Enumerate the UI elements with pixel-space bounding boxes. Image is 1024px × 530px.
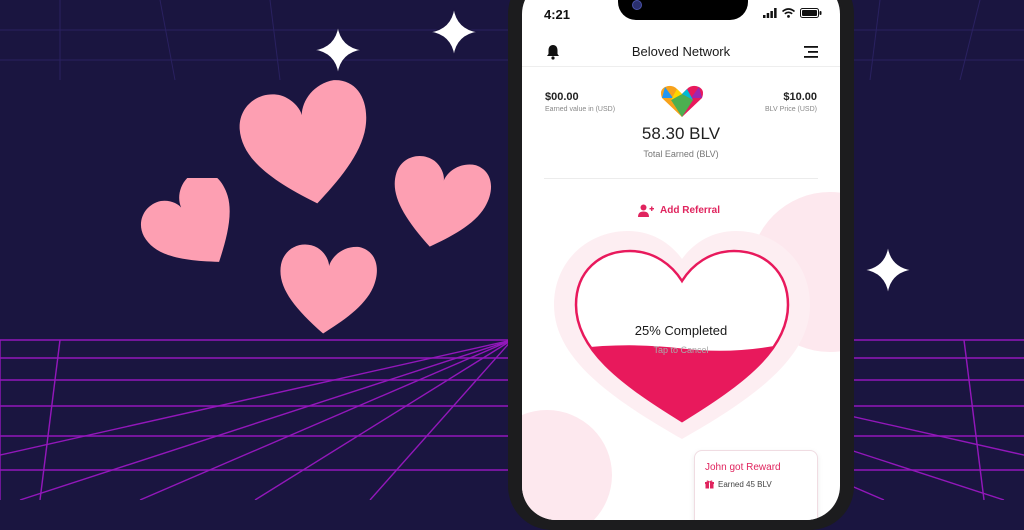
sparkle-icon xyxy=(864,246,912,294)
reward-card: John got Reward Earned 45 BLV xyxy=(694,450,818,520)
stats-divider xyxy=(544,178,818,179)
status-time: 4:21 xyxy=(544,7,571,22)
total-earned-value: 58.30 BLV xyxy=(641,124,721,143)
sparkle-icon xyxy=(430,8,478,56)
phone-notch xyxy=(618,0,748,20)
sparkle-icon xyxy=(314,26,362,74)
reward-amount: Earned 45 BLV xyxy=(718,480,772,489)
battery-icon xyxy=(800,8,822,18)
progress-title: 25% Completed xyxy=(634,323,728,338)
gift-icon xyxy=(705,480,714,489)
heart-icon xyxy=(280,244,377,334)
app-screen: 4:21 Beloved Network $00.00 Earned value… xyxy=(522,0,840,520)
system-icons xyxy=(763,8,822,18)
total-earned-caption: Total Earned (BLV) xyxy=(643,149,719,159)
app-title: Beloved Network xyxy=(631,44,731,59)
heart-icon xyxy=(140,178,230,262)
tap-to-cancel[interactable]: Tap to Cancel xyxy=(522,345,840,355)
hamburger-menu-icon[interactable] xyxy=(804,46,818,58)
add-referral-label: Add Referral xyxy=(660,205,721,216)
heart-icon xyxy=(394,156,492,247)
earned-value: $00.00 xyxy=(545,91,579,103)
signal-icon xyxy=(763,8,777,18)
header-divider xyxy=(522,66,840,67)
beloved-logo-icon xyxy=(661,85,703,117)
earned-value-caption: Earned value in (USD) xyxy=(545,106,616,113)
add-user-icon xyxy=(638,204,654,217)
reward-title: John got Reward xyxy=(705,462,781,473)
blv-price: $10.00 xyxy=(783,91,817,103)
wifi-icon xyxy=(782,8,795,18)
add-referral-button[interactable]: Add Referral xyxy=(638,204,720,217)
heart-icon xyxy=(239,80,367,204)
blv-price-caption: BLV Price (USD) xyxy=(765,106,817,113)
camera-dot xyxy=(632,0,642,10)
reward-subtitle: Earned 45 BLV xyxy=(705,480,772,489)
